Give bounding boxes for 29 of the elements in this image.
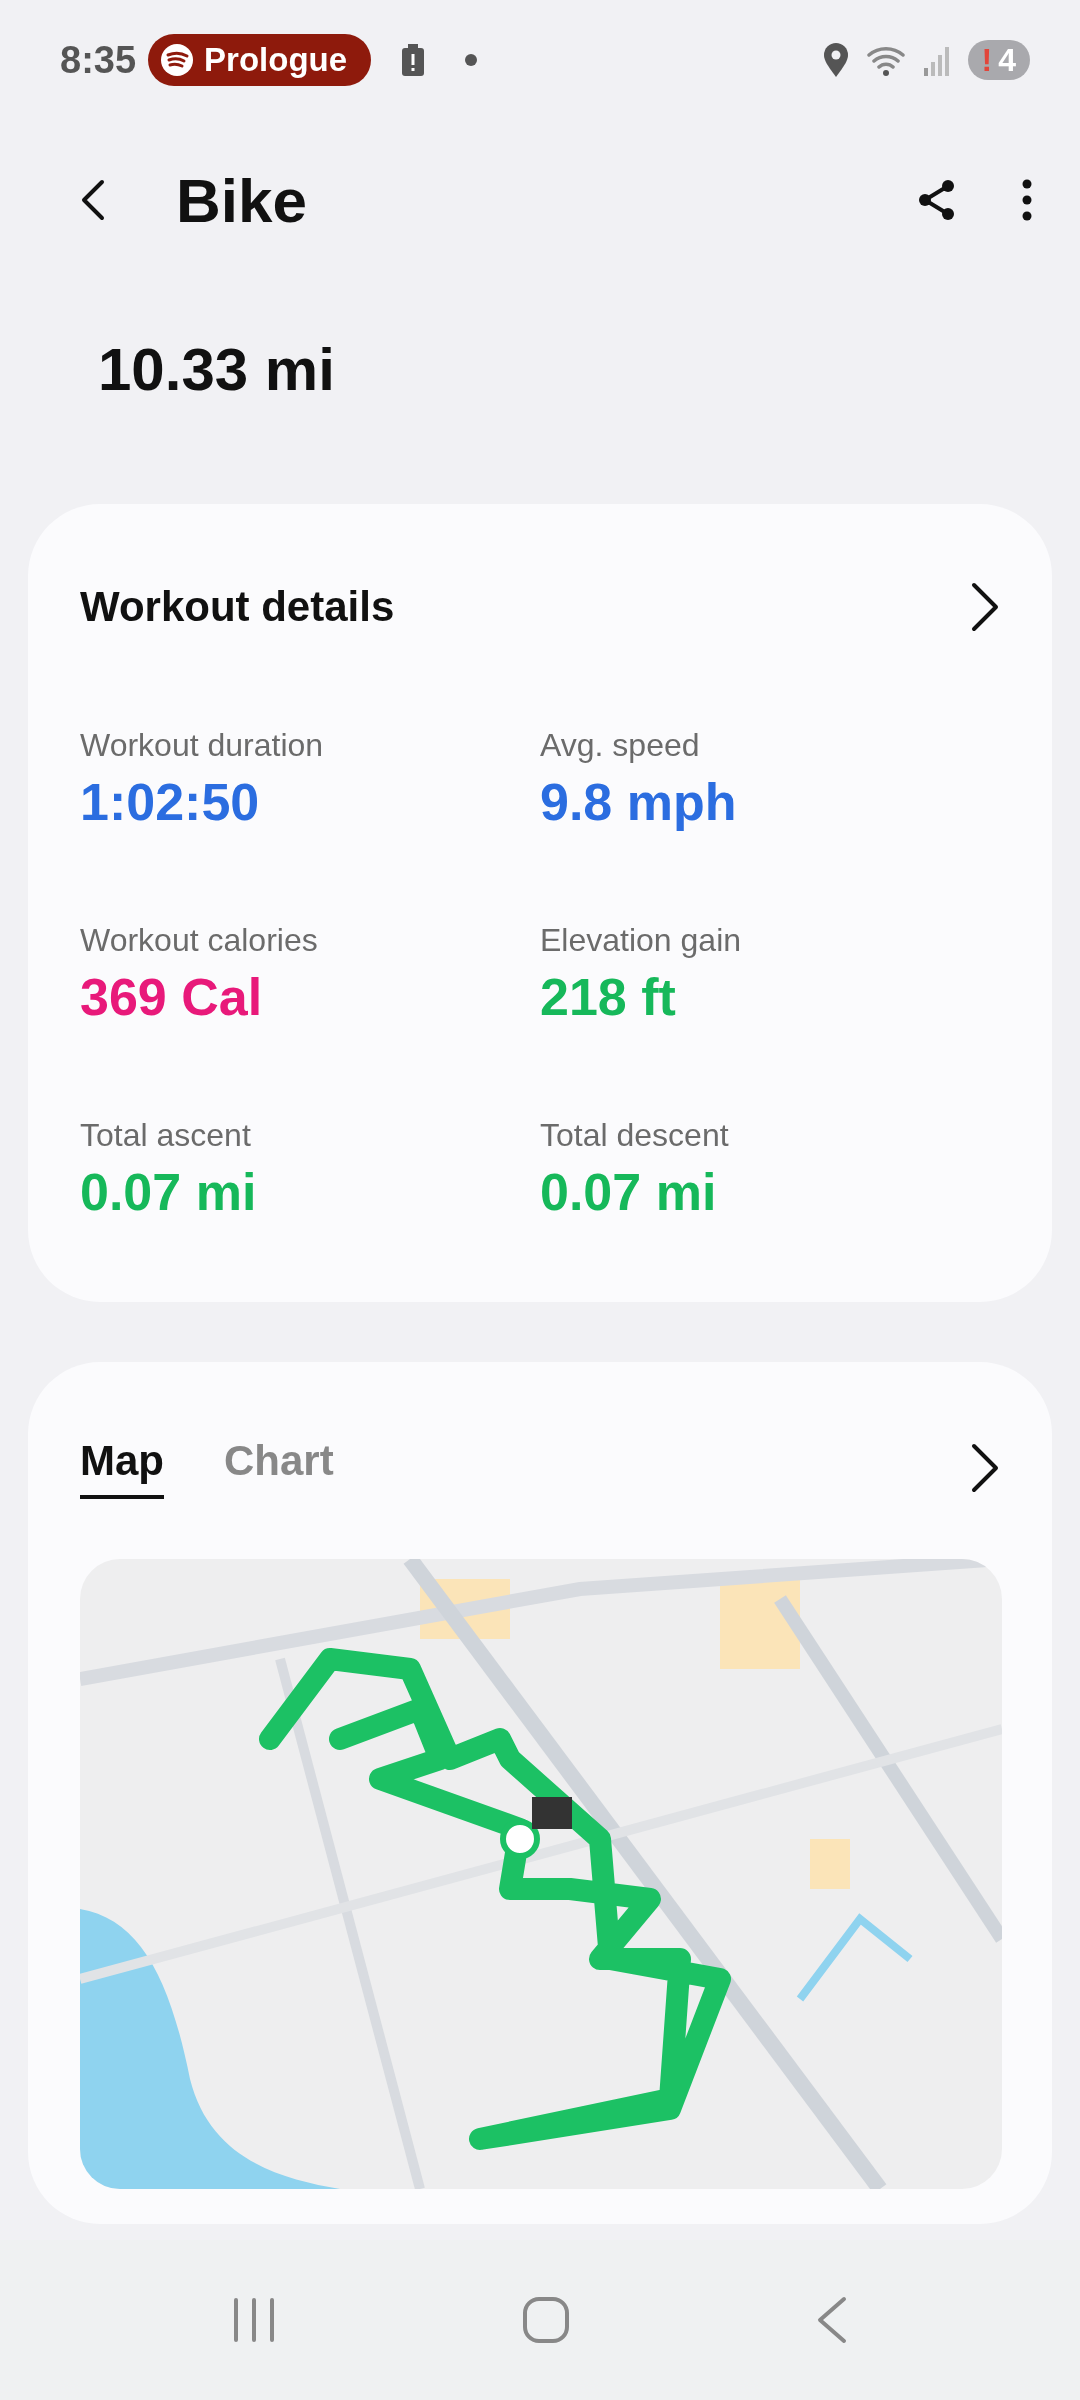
metric-label: Avg. speed: [540, 727, 701, 764]
open-map-button[interactable]: [970, 1443, 1000, 1493]
metric-label: Total descent: [540, 1117, 730, 1154]
more-icon: [1022, 179, 1032, 221]
metric-label: Workout duration: [80, 727, 325, 764]
battery-alert-icon: [401, 43, 426, 77]
dot-icon: [465, 54, 478, 66]
metric-label: Total ascent: [80, 1117, 252, 1154]
metric-value: 0.07 mi: [80, 1162, 258, 1222]
open-details-button[interactable]: [970, 582, 1000, 632]
back-icon: [816, 2296, 847, 2344]
clock: 8:35: [60, 38, 137, 82]
metric-label: Elevation gain: [540, 922, 743, 959]
home-icon: [522, 2296, 570, 2344]
metric-value: 218 ft: [540, 967, 677, 1027]
location-icon: [822, 43, 849, 77]
metric-value: 9.8 mph: [540, 772, 738, 832]
distance-value: 10.33 mi: [98, 335, 335, 404]
notification-badge: ! 4: [967, 40, 1030, 80]
music-app-icon: [160, 43, 195, 77]
metric-value: 369 Cal: [80, 967, 264, 1027]
tab[interactable]: Map: [80, 1437, 164, 1499]
metric-value: 1:02:50: [80, 772, 261, 832]
metric-label: Workout calories: [80, 922, 319, 959]
card-title: Workout details: [80, 583, 395, 631]
recent-apps-icon: [233, 2297, 276, 2343]
page-title: Bike: [176, 164, 308, 236]
metric-value: 0.07 mi: [540, 1162, 718, 1222]
media-chip[interactable]: Prologue: [148, 34, 372, 86]
